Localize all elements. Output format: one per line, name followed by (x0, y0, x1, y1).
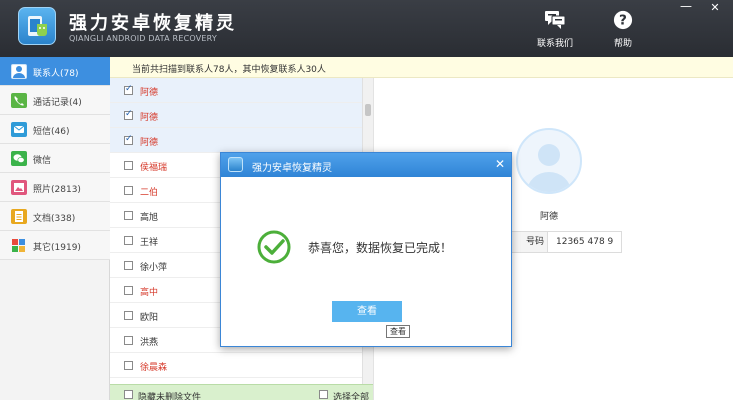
contact-name: 阿德 (140, 88, 159, 98)
app-header: 强力安卓恢复精灵 QIANGLI ANDROID DATA RECOVERY 联… (0, 0, 733, 57)
contact-name: 徐晨森 (140, 363, 168, 373)
success-check-icon (257, 230, 291, 264)
person-icon (527, 144, 571, 192)
list-item[interactable]: 徐晨森 (110, 353, 362, 378)
svg-text:?: ? (619, 13, 627, 29)
sidebar-item-sms[interactable]: 短信(46) (0, 115, 110, 144)
phone-icon (11, 93, 27, 108)
row-checkbox[interactable] (124, 336, 133, 345)
recovery-complete-dialog: 强力安卓恢复精灵 ✕ 恭喜您，数据恢复已完成！ 查看 查看 (220, 152, 512, 347)
row-checkbox[interactable] (124, 109, 133, 120)
contacts-icon (11, 64, 27, 79)
dialog-title: 强力安卓恢复精灵 (252, 163, 332, 174)
sidebar-item-label: 联系人(78) (33, 69, 79, 79)
sidebar-item-label: 短信(46) (33, 127, 70, 137)
wechat-icon (11, 151, 27, 166)
scan-summary-text: 当前共扫描到联系人78人，其中恢复联系人30人 (132, 65, 326, 75)
chat-icon (545, 11, 566, 29)
sidebar-item-label: 其它(1919) (33, 243, 81, 253)
row-checkbox[interactable] (124, 211, 133, 220)
row-checkbox[interactable] (124, 286, 133, 295)
other-icon (11, 238, 27, 253)
contact-name: 徐小萍 (140, 263, 168, 273)
contact-name: 高旭 (140, 213, 159, 223)
help-icon: ? (613, 10, 633, 30)
sidebar-item-contacts[interactable]: 联系人(78) (0, 57, 110, 86)
sidebar-item-label: 通话记录(4) (33, 98, 82, 108)
list-item[interactable]: 阿德 (110, 78, 362, 103)
row-checkbox[interactable] (124, 186, 133, 195)
contact-name: 王祥 (140, 238, 159, 248)
row-checkbox[interactable] (124, 236, 133, 245)
contact-name: 高中 (140, 288, 159, 298)
row-checkbox[interactable] (124, 361, 133, 370)
dialog-app-icon (228, 157, 243, 172)
view-button-tooltip: 查看 (386, 325, 410, 338)
row-checkbox[interactable] (124, 134, 133, 145)
scan-summary-bar: 当前共扫描到联系人78人，其中恢复联系人30人 (110, 57, 733, 78)
select-all-checkbox[interactable] (319, 390, 328, 399)
view-button[interactable]: 查看 (332, 301, 402, 322)
row-checkbox[interactable] (124, 261, 133, 270)
category-sidebar: 联系人(78) 通话记录(4) 短信(46) 微信 照片(2813) 文档(33… (0, 57, 110, 400)
app-logo-icon (18, 7, 56, 45)
dialog-message: 恭喜您，数据恢复已完成！ (308, 241, 453, 255)
row-checkbox[interactable] (124, 84, 133, 95)
sidebar-item-call-log[interactable]: 通话记录(4) (0, 86, 110, 115)
hide-undeleted-label: 隐藏未删除文件 (138, 393, 202, 400)
contact-name: 洪燕 (140, 338, 159, 348)
window-close-button[interactable]: ✕ (700, 0, 730, 16)
contact-us-label: 联系我们 (536, 39, 573, 49)
photo-icon (11, 180, 27, 195)
sidebar-item-label: 照片(2813) (33, 185, 81, 195)
sms-icon (11, 122, 27, 137)
row-checkbox[interactable] (124, 161, 133, 170)
dialog-close-button[interactable]: ✕ (493, 156, 507, 172)
sidebar-item-photos[interactable]: 照片(2813) (0, 173, 110, 202)
minimize-button[interactable]: — (674, 0, 698, 16)
select-all-label: 选择全部 (333, 393, 370, 400)
detail-contact-name: 阿德 (539, 212, 558, 222)
scrollbar-thumb[interactable] (365, 104, 371, 116)
row-checkbox[interactable] (124, 311, 133, 320)
hide-undeleted-checkbox[interactable] (124, 390, 133, 399)
avatar (516, 128, 582, 194)
sidebar-item-label: 微信 (33, 156, 52, 166)
sidebar-item-other[interactable]: 其它(1919) (0, 231, 110, 260)
list-footer-bar: 隐藏未删除文件 选择全部 (110, 384, 373, 400)
app-subtitle: QIANGLI ANDROID DATA RECOVERY (69, 34, 217, 43)
contact-name: 阿德 (140, 113, 159, 123)
list-item[interactable]: 阿德 (110, 103, 362, 128)
contact-name: 二伯 (140, 188, 159, 198)
contact-name: 侯福瑞 (140, 163, 168, 173)
help-label: 帮助 (613, 39, 632, 49)
help-button[interactable]: ? 帮助 (600, 10, 646, 49)
dialog-titlebar: 强力安卓恢复精灵 ✕ (221, 153, 511, 177)
contact-name: 阿德 (140, 138, 159, 148)
contact-name: 欧阳 (140, 313, 159, 323)
sidebar-item-documents[interactable]: 文档(338) (0, 202, 110, 231)
phone-field-value: 12365 478 9 (556, 237, 614, 247)
sidebar-item-label: 文档(338) (33, 214, 76, 224)
app-title: 强力安卓恢复精灵 (69, 13, 237, 34)
sidebar-item-wechat[interactable]: 微信 (0, 144, 110, 173)
contact-us-button[interactable]: 联系我们 (532, 10, 578, 49)
document-icon (11, 209, 27, 224)
list-item[interactable]: 阿德 (110, 128, 362, 153)
